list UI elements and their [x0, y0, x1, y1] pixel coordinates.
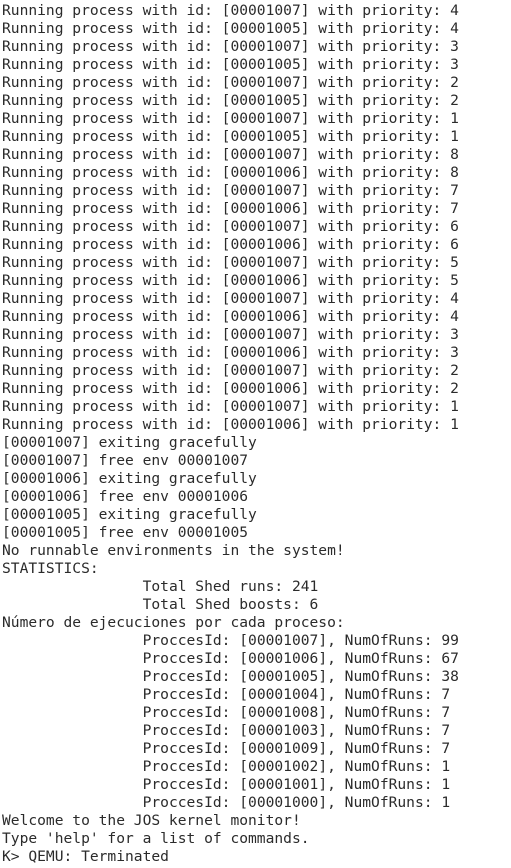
terminal-line: Running process with id: [00001005] with…	[2, 20, 459, 37]
terminal-line: ProccesId: [00001009], NumOfRuns: 7	[2, 740, 451, 757]
terminal-line: Running process with id: [00001007] with…	[2, 74, 459, 91]
terminal-line: Running process with id: [00001006] with…	[2, 272, 459, 289]
terminal-line: ProccesId: [00001005], NumOfRuns: 38	[2, 668, 459, 685]
terminal-line: Running process with id: [00001007] with…	[2, 218, 459, 235]
terminal-line: Running process with id: [00001007] with…	[2, 362, 459, 379]
terminal-line: Running process with id: [00001007] with…	[2, 254, 459, 271]
terminal-line: Running process with id: [00001007] with…	[2, 38, 459, 55]
terminal-line: Total Shed boosts: 6	[2, 596, 319, 613]
terminal-line: Running process with id: [00001007] with…	[2, 326, 459, 343]
terminal-line: Running process with id: [00001007] with…	[2, 146, 459, 163]
terminal-output: Running process with id: [00001007] with…	[0, 0, 511, 866]
terminal-line: Running process with id: [00001007] with…	[2, 290, 459, 307]
terminal-line: K> QEMU: Terminated	[2, 848, 169, 865]
terminal-line: Welcome to the JOS kernel monitor!	[2, 812, 301, 829]
terminal-line: [00001006] exiting gracefully	[2, 470, 257, 487]
terminal-line: Running process with id: [00001006] with…	[2, 236, 459, 253]
terminal-window[interactable]: Running process with id: [00001007] with…	[0, 0, 511, 868]
terminal-line: ProccesId: [00001006], NumOfRuns: 67	[2, 650, 459, 667]
terminal-line: [00001006] free env 00001006	[2, 488, 249, 505]
terminal-line: Running process with id: [00001007] with…	[2, 2, 459, 19]
terminal-line: ProccesId: [00001001], NumOfRuns: 1	[2, 776, 451, 793]
terminal-line: Running process with id: [00001006] with…	[2, 164, 459, 181]
terminal-line: Running process with id: [00001005] with…	[2, 92, 459, 109]
terminal-line: ProccesId: [00001002], NumOfRuns: 1	[2, 758, 451, 775]
terminal-line: Running process with id: [00001006] with…	[2, 416, 459, 433]
terminal-line: ProccesId: [00001004], NumOfRuns: 7	[2, 686, 451, 703]
terminal-line: Total Shed runs: 241	[2, 578, 319, 595]
terminal-line: ProccesId: [00001000], NumOfRuns: 1	[2, 794, 451, 811]
terminal-line: [00001007] exiting gracefully	[2, 434, 257, 451]
terminal-line: Running process with id: [00001006] with…	[2, 380, 459, 397]
terminal-line: [00001005] free env 00001005	[2, 524, 249, 541]
terminal-line: Running process with id: [00001006] with…	[2, 308, 459, 325]
terminal-line: ProccesId: [00001007], NumOfRuns: 99	[2, 632, 459, 649]
terminal-line: [00001005] exiting gracefully	[2, 506, 257, 523]
terminal-line: Número de ejecuciones por cada proceso:	[2, 614, 345, 631]
terminal-line: Running process with id: [00001005] with…	[2, 56, 459, 73]
terminal-line: Running process with id: [00001006] with…	[2, 344, 459, 361]
terminal-line: Running process with id: [00001005] with…	[2, 128, 459, 145]
terminal-line: ProccesId: [00001008], NumOfRuns: 7	[2, 704, 451, 721]
terminal-line: No runnable environments in the system!	[2, 542, 345, 559]
terminal-line: Running process with id: [00001007] with…	[2, 182, 459, 199]
terminal-line: STATISTICS:	[2, 560, 99, 577]
terminal-line: [00001007] free env 00001007	[2, 452, 249, 469]
terminal-line: Type 'help' for a list of commands.	[2, 830, 310, 847]
terminal-line: ProccesId: [00001003], NumOfRuns: 7	[2, 722, 451, 739]
terminal-line: Running process with id: [00001007] with…	[2, 398, 459, 415]
terminal-line: Running process with id: [00001006] with…	[2, 200, 459, 217]
terminal-line: Running process with id: [00001007] with…	[2, 110, 459, 127]
